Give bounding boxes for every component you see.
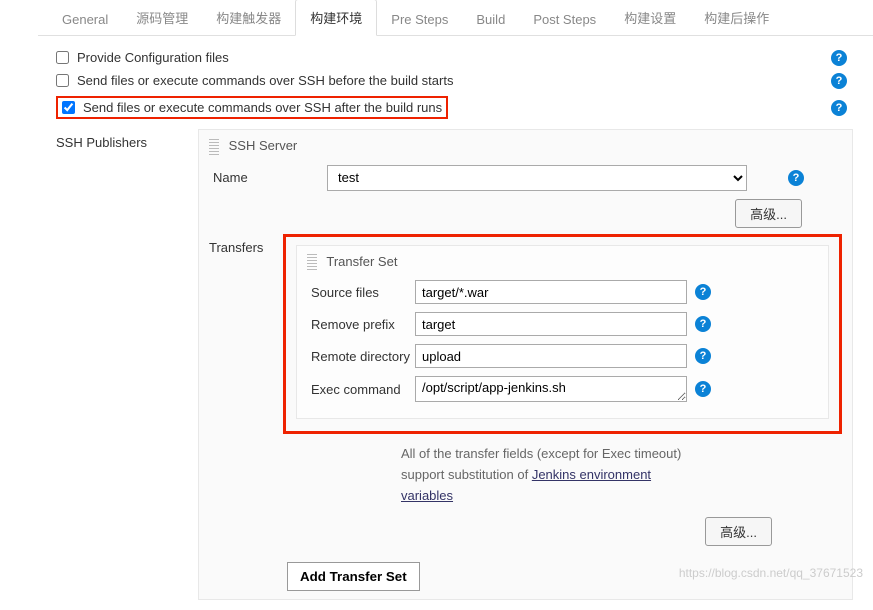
tab-build[interactable]: Build — [462, 4, 519, 35]
source-files-label: Source files — [307, 285, 415, 300]
help-icon[interactable]: ? — [695, 381, 711, 397]
help-icon[interactable]: ? — [788, 170, 804, 186]
transfers-label: Transfers — [209, 234, 283, 591]
exec-command-input[interactable]: /opt/script/app-jenkins.sh — [415, 376, 687, 402]
name-label: Name — [209, 170, 327, 185]
ssh-server-name-select[interactable]: test — [327, 165, 747, 191]
remove-prefix-input[interactable] — [415, 312, 687, 336]
tab-scm[interactable]: 源码管理 — [122, 0, 202, 35]
checkbox-row-provide-config: Provide Configuration files ? — [56, 46, 853, 69]
ssh-server-advanced-button[interactable]: 高级... — [735, 199, 802, 228]
name-row: Name test ? — [209, 165, 842, 191]
remote-directory-label: Remote directory — [307, 349, 415, 364]
checkbox-row-ssh-after: Send files or execute commands over SSH … — [56, 92, 853, 123]
ssh-before-label: Send files or execute commands over SSH … — [77, 73, 453, 88]
ssh-server-title: SSH Server — [209, 138, 842, 155]
remove-prefix-row: Remove prefix ? — [307, 312, 818, 336]
provide-config-checkbox[interactable] — [56, 51, 69, 64]
tab-build-environment[interactable]: 构建环境 — [295, 0, 377, 36]
transfer-advanced-row: 高级... — [283, 517, 772, 546]
tab-triggers[interactable]: 构建触发器 — [202, 0, 295, 35]
provide-config-label: Provide Configuration files — [77, 50, 229, 65]
transfer-note: All of the transfer fields (except for E… — [401, 444, 701, 506]
config-tabs: General 源码管理 构建触发器 构建环境 Pre Steps Build … — [38, 0, 873, 36]
tab-pre-steps[interactable]: Pre Steps — [377, 4, 462, 35]
transfer-advanced-button[interactable]: 高级... — [705, 517, 772, 546]
tab-general[interactable]: General — [48, 4, 122, 35]
ssh-publisher-body: SSH Server Name test ? 高级... Transfers — [198, 129, 853, 600]
transfer-set-title-text: Transfer Set — [326, 254, 397, 269]
help-icon[interactable]: ? — [831, 73, 847, 89]
help-icon[interactable]: ? — [695, 348, 711, 364]
help-icon[interactable]: ? — [831, 50, 847, 66]
exec-command-label: Exec command — [307, 382, 415, 397]
highlight-box-transfers: Transfer Set Source files ? Remove prefi… — [283, 234, 842, 435]
source-files-row: Source files ? — [307, 280, 818, 304]
ssh-publishers-section: SSH Publishers SSH Server Name test ? 高级… — [56, 129, 853, 600]
drag-handle-icon[interactable] — [209, 139, 219, 155]
remote-directory-row: Remote directory ? — [307, 344, 818, 368]
source-files-input[interactable] — [415, 280, 687, 304]
remote-directory-input[interactable] — [415, 344, 687, 368]
ssh-after-checkbox[interactable] — [62, 101, 75, 114]
remove-prefix-label: Remove prefix — [307, 317, 415, 332]
ssh-server-advanced-row: 高级... — [209, 199, 802, 228]
help-icon[interactable]: ? — [695, 316, 711, 332]
highlight-box: Send files or execute commands over SSH … — [56, 96, 448, 119]
tab-content: Provide Configuration files ? Send files… — [0, 36, 873, 610]
transfers-body: Transfer Set Source files ? Remove prefi… — [283, 234, 842, 591]
tab-post-build[interactable]: 构建后操作 — [690, 0, 783, 35]
help-icon[interactable]: ? — [831, 100, 847, 116]
ssh-after-label: Send files or execute commands over SSH … — [83, 100, 442, 115]
drag-handle-icon[interactable] — [307, 254, 317, 270]
tab-post-steps[interactable]: Post Steps — [519, 4, 610, 35]
checkbox-row-ssh-before: Send files or execute commands over SSH … — [56, 69, 853, 92]
ssh-server-title-text: SSH Server — [229, 138, 298, 153]
help-icon[interactable]: ? — [695, 284, 711, 300]
exec-command-row: Exec command /opt/script/app-jenkins.sh … — [307, 376, 818, 402]
ssh-before-checkbox[interactable] — [56, 74, 69, 87]
add-transfer-set-button[interactable]: Add Transfer Set — [287, 562, 420, 591]
tab-build-settings[interactable]: 构建设置 — [610, 0, 690, 35]
transfer-set-title: Transfer Set — [307, 254, 818, 271]
ssh-publishers-label: SSH Publishers — [56, 129, 194, 600]
transfers-section: Transfers Transfer Set Source files ? — [209, 234, 842, 591]
transfer-set-block: Transfer Set Source files ? Remove prefi… — [296, 245, 829, 420]
